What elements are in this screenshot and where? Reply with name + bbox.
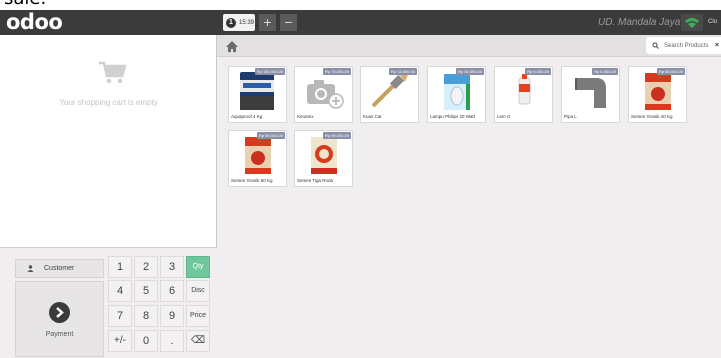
product-name: Semen Tiga Roda bbox=[297, 178, 334, 183]
product-image bbox=[566, 70, 615, 111]
add-order-button[interactable]: + bbox=[259, 14, 276, 31]
product-price: Rp 75,000.00 bbox=[322, 68, 351, 75]
product-card[interactable]: Rp 6,000.00 Lem G bbox=[494, 66, 553, 123]
product-price: Rp 6,000.00 bbox=[525, 68, 551, 75]
disc-mode-button[interactable]: Disc bbox=[186, 280, 210, 302]
product-card[interactable]: Rp 140,000.00 Aquaproof 4 Kg bbox=[228, 66, 287, 123]
numpad-key-8[interactable]: 8 bbox=[134, 305, 158, 327]
product-name: Pipa L bbox=[564, 114, 577, 119]
product-name: Aquaproof 4 Kg bbox=[231, 114, 263, 119]
product-image bbox=[499, 70, 548, 111]
top-bar: odoo 1 15:39 + − UD. Mandala Jaya Clo bbox=[0, 10, 721, 35]
price-mode-button[interactable]: Price bbox=[186, 305, 210, 327]
product-name: Semen Gresik 50 Kg bbox=[231, 178, 273, 183]
backspace-button[interactable]: ⌫ bbox=[186, 330, 210, 352]
product-card[interactable]: Rp 65,000.00 Semen Gresik 40 Kg bbox=[628, 66, 687, 123]
product-price: Rp 6,500.00 bbox=[592, 68, 618, 75]
decimal-button[interactable]: . bbox=[160, 330, 184, 352]
product-card[interactable]: Rp 75,000.00 Keramix bbox=[294, 66, 353, 123]
numpad-key-5[interactable]: 5 bbox=[134, 280, 158, 302]
product-card[interactable]: Rp 6,500.00 Pipa L bbox=[561, 66, 620, 123]
search-placeholder: Search Products bbox=[664, 42, 709, 49]
payment-circle bbox=[49, 302, 70, 323]
numpad-key-4[interactable]: 4 bbox=[108, 280, 132, 302]
empty-cart-message: Your shopping cart is empty bbox=[59, 98, 158, 107]
numpad-key-2[interactable]: 2 bbox=[134, 256, 158, 278]
product-card[interactable]: Rp 32,000.00 Lampu Philips 20 Watt bbox=[427, 66, 486, 123]
odoo-logo: odoo bbox=[6, 10, 63, 34]
product-card[interactable]: Rp 55,000.00 Semen Tiga Roda bbox=[294, 130, 353, 187]
home-category-button[interactable] bbox=[222, 37, 242, 56]
product-image bbox=[233, 134, 282, 175]
product-price: Rp 59,000.00 bbox=[256, 132, 285, 139]
customer-label: Customer bbox=[44, 265, 75, 272]
product-image bbox=[299, 134, 348, 175]
product-price: Rp 32,000.00 bbox=[455, 68, 484, 75]
product-price: Rp 13,000.00 bbox=[388, 68, 417, 75]
numpad-key-3[interactable]: 3 bbox=[160, 256, 184, 278]
customer-button[interactable]: Customer bbox=[15, 259, 104, 278]
order-number: 1 bbox=[226, 17, 236, 28]
close-button[interactable]: Clo bbox=[708, 10, 717, 35]
shop-name: UD. Mandala Jaya bbox=[598, 17, 681, 28]
numpad-key-9[interactable]: 9 bbox=[160, 305, 184, 327]
order-tab[interactable]: 1 15:39 bbox=[223, 14, 255, 31]
search-icon bbox=[652, 42, 659, 49]
user-icon bbox=[27, 265, 34, 272]
product-name: Semen Gresik 40 Kg bbox=[631, 114, 673, 119]
payment-label: Payment bbox=[45, 331, 74, 338]
clear-search-icon[interactable]: × bbox=[715, 42, 719, 49]
caption-text: sale. bbox=[4, 0, 46, 10]
product-name: Lem G bbox=[497, 114, 511, 119]
product-image bbox=[365, 70, 414, 111]
qty-mode-button[interactable]: Qty bbox=[186, 256, 210, 278]
numpad-key-6[interactable]: 6 bbox=[160, 280, 184, 302]
product-name: Kuas Cat bbox=[363, 114, 382, 119]
product-name: Lampu Philips 20 Watt bbox=[430, 114, 475, 119]
product-price: Rp 55,000.00 bbox=[322, 132, 351, 139]
product-price: Rp 65,000.00 bbox=[656, 68, 685, 75]
product-image bbox=[233, 70, 282, 111]
product-card[interactable]: Rp 59,000.00 Semen Gresik 50 Kg bbox=[228, 130, 287, 187]
product-search[interactable]: Search Products × bbox=[646, 37, 721, 54]
payment-button[interactable]: Payment bbox=[15, 281, 104, 357]
product-card[interactable]: Rp 13,000.00 Kuas Cat bbox=[360, 66, 419, 123]
product-image bbox=[633, 70, 682, 111]
numpad-key-1[interactable]: 1 bbox=[108, 256, 132, 278]
product-name: Keramix bbox=[297, 114, 314, 119]
wifi-status bbox=[681, 14, 703, 31]
product-image bbox=[432, 70, 481, 111]
numpad-key-0[interactable]: 0 bbox=[134, 330, 158, 352]
product-price: Rp 140,000.00 bbox=[254, 68, 285, 75]
wifi-icon bbox=[685, 18, 699, 28]
chevron-right-icon bbox=[56, 307, 64, 318]
caption: sale. bbox=[0, 0, 721, 10]
numpad-key-7[interactable]: 7 bbox=[108, 305, 132, 327]
camera-plus-icon bbox=[299, 70, 348, 111]
remove-order-button[interactable]: − bbox=[280, 14, 297, 31]
order-time: 15:39 bbox=[239, 19, 255, 26]
cart-icon bbox=[98, 61, 127, 90]
home-icon bbox=[226, 41, 238, 52]
plus-minus-button[interactable]: +/- bbox=[108, 330, 132, 352]
